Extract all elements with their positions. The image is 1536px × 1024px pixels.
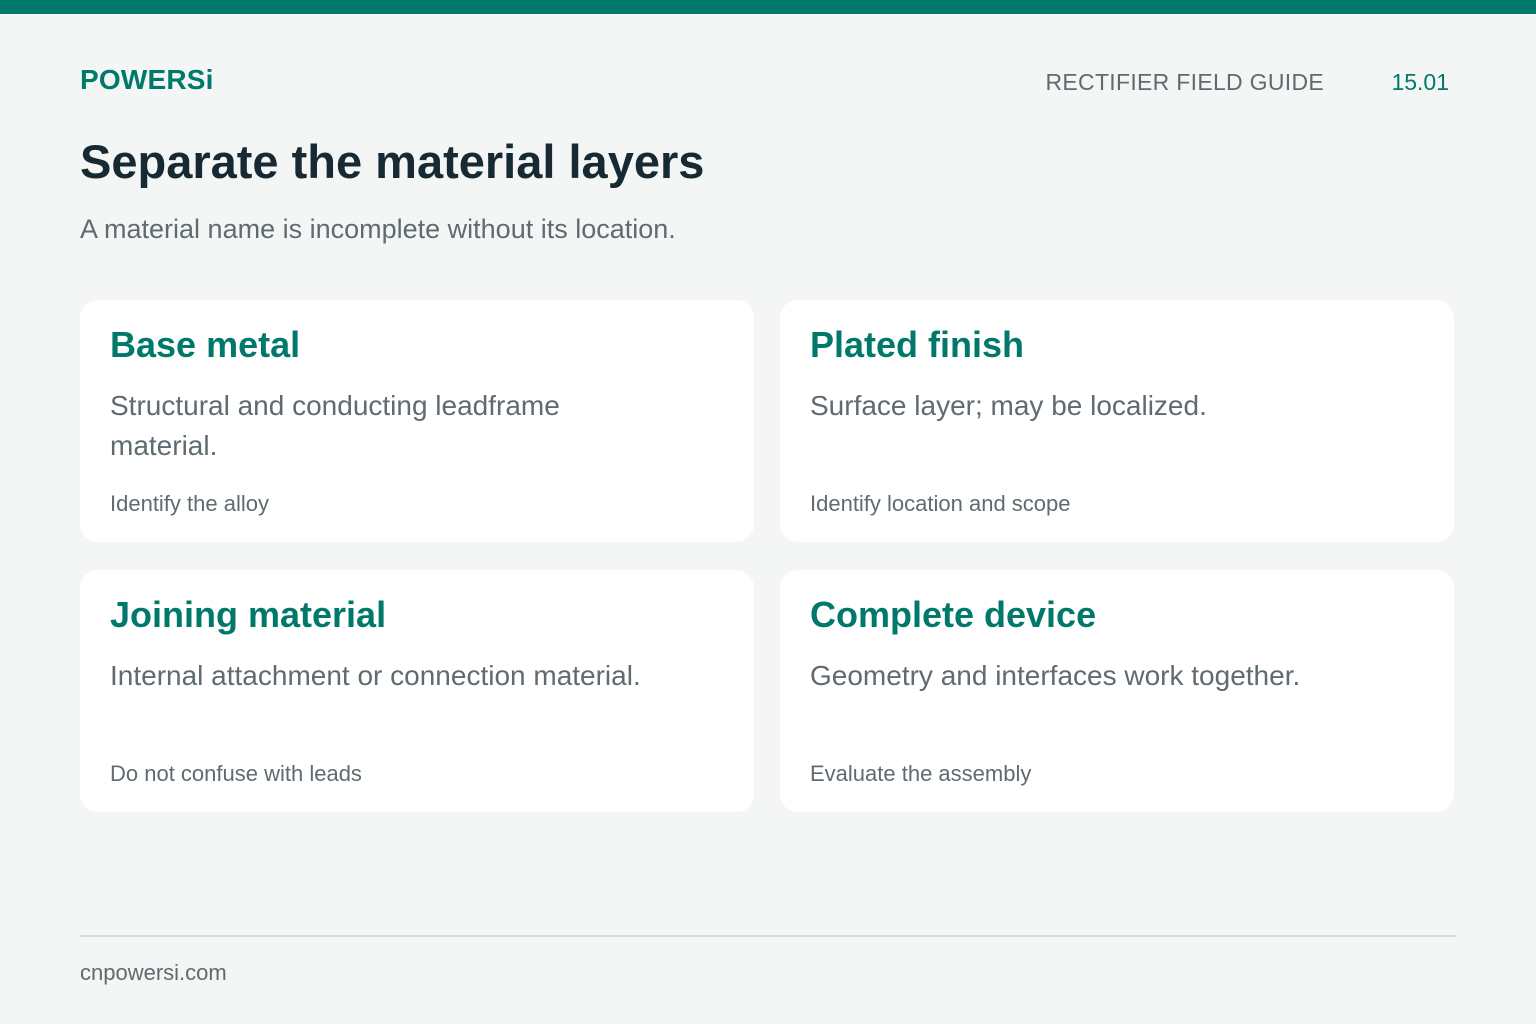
card-note: Do not confuse with leads — [110, 761, 362, 786]
card-title: Joining material — [110, 594, 387, 635]
footer-url: cnpowersi.com — [80, 960, 227, 985]
card-description: Surface layer; may be localized. — [810, 390, 1207, 421]
card-complete-device: Complete device Geometry and interfaces … — [780, 570, 1454, 812]
guide-title: RECTIFIER FIELD GUIDE — [1045, 69, 1324, 95]
card-plated-finish: Plated finish Surface layer; may be loca… — [780, 300, 1454, 542]
card-base-metal: Base metal Structural and conducting lea… — [80, 300, 754, 542]
footer-divider — [80, 935, 1456, 937]
page-title: Separate the material layers — [80, 135, 705, 188]
slide-page: POWERSi RECTIFIER FIELD GUIDE 15.01 Sepa… — [0, 0, 1536, 1024]
page-subtitle: A material name is incomplete without it… — [80, 214, 676, 244]
top-accent-bar — [0, 0, 1536, 14]
card-note: Identify location and scope — [810, 491, 1071, 516]
card-description: Internal attachment or connection materi… — [110, 660, 641, 691]
card-note: Identify the alloy — [110, 491, 269, 516]
card-note: Evaluate the assembly — [810, 761, 1032, 786]
page-number: 15.01 — [1391, 69, 1449, 95]
brand-logo: POWERSi — [80, 64, 214, 95]
card-title: Complete device — [810, 594, 1097, 635]
card-joining-material: Joining material Internal attachment or … — [80, 570, 754, 812]
card-title: Base metal — [110, 324, 301, 365]
card-description: Structural and conducting leadframe mate… — [110, 390, 560, 461]
card-title: Plated finish — [810, 324, 1025, 365]
card-description: Geometry and interfaces work together. — [810, 660, 1301, 691]
